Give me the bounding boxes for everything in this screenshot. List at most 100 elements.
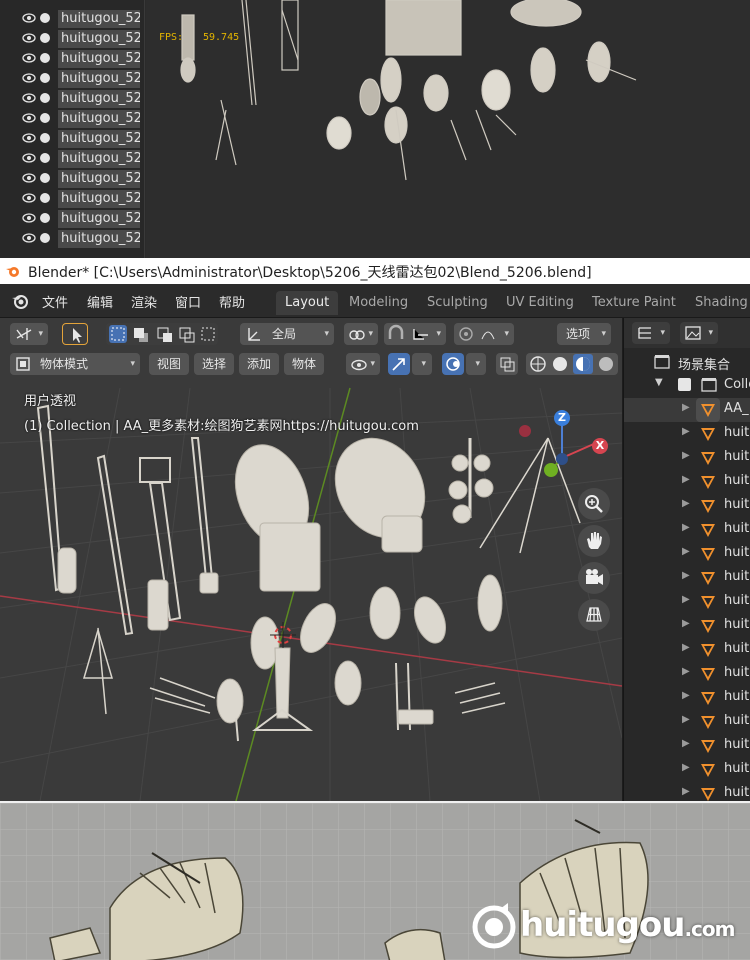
top-outliner-row[interactable]: huitugou_52 [0,88,145,108]
top-outliner-row[interactable]: huitugou_52 [0,108,145,128]
tab-layout[interactable]: Layout [276,291,339,315]
render-visibility-icon[interactable] [40,33,50,43]
outliner-object-row[interactable]: ▶ huitu [624,614,750,638]
checkbox-checked-icon[interactable] [678,378,691,391]
gizmo-dropdown[interactable]: ▾ [412,353,432,375]
outliner-object-row[interactable]: ▶ huitu [624,566,750,590]
render-visibility-icon[interactable] [40,233,50,243]
expand-triangle-icon[interactable]: ▼ [655,377,663,388]
eye-icon[interactable] [22,11,36,25]
outliner-object-row[interactable]: ▶ huitu [624,446,750,470]
outliner-object-row[interactable]: ▶ huitu [624,590,750,614]
menu-add[interactable]: 添加 [239,353,279,375]
top-outliner-row[interactable]: huitugou_52 [0,48,145,68]
tab-shading[interactable]: Shading [686,291,750,315]
expand-triangle-icon[interactable]: ▶ [682,570,690,581]
pan-button[interactable] [578,525,610,557]
eye-icon[interactable] [22,71,36,85]
menu-object[interactable]: 物体 [284,353,324,375]
top-outliner-row[interactable]: huitugou_52 [0,148,145,168]
expand-triangle-icon[interactable]: ▶ [682,426,690,437]
render-visibility-icon[interactable] [40,93,50,103]
expand-triangle-icon[interactable]: ▶ [682,762,690,773]
eye-icon[interactable] [22,111,36,125]
display-mode-dropdown[interactable]: ▾ [632,322,670,344]
top-outliner-row[interactable]: huitugou_52 [0,128,145,148]
transform-orientation-dropdown[interactable]: 全局 ▾ [240,323,334,345]
outliner-object-row[interactable]: ▶ huitu [624,734,750,758]
xray-toggle[interactable] [496,353,518,375]
proportional-editing-group[interactable]: ▾ [454,323,514,345]
3d-viewport[interactable]: ▾ 全局 ▾ ▾ ▾ ▾ 选项 ▾ 物体模式 ▾ 视图 选择 添加 物体 ▾ ▾… [0,318,622,801]
outliner-object-row[interactable]: ▶ huitu [624,782,750,801]
snapping-group[interactable]: ▾ [384,323,446,345]
blender-menu-icon[interactable] [10,291,30,311]
top-outliner-row[interactable]: huitugou_52 [0,28,145,48]
mode-dropdown[interactable]: 物体模式 ▾ [10,353,140,375]
eye-icon[interactable] [22,191,36,205]
tab-sculpting[interactable]: Sculpting [418,291,497,315]
camera-view-button[interactable] [578,562,610,594]
menu-select[interactable]: 选择 [194,353,234,375]
menu-file[interactable]: 文件 [42,292,68,311]
outliner-object-row[interactable]: ▶ huitu [624,470,750,494]
expand-triangle-icon[interactable]: ▶ [682,474,690,485]
expand-triangle-icon[interactable]: ▶ [682,666,690,677]
top-outliner-row[interactable]: huitugou_52 [0,188,145,208]
menu-render[interactable]: 渲染 [131,292,157,311]
outliner-object-row[interactable]: ▶ huitu [624,494,750,518]
eye-icon[interactable] [22,131,36,145]
filter-dropdown[interactable]: ▾ [680,322,718,344]
menu-view[interactable]: 视图 [149,353,189,375]
menu-window[interactable]: 窗口 [175,292,201,311]
eye-icon[interactable] [22,211,36,225]
shading-mode-icons[interactable] [526,353,618,375]
tab-texture-paint[interactable]: Texture Paint [583,291,685,315]
eye-icon[interactable] [22,151,36,165]
outliner-object-row[interactable]: ▶ huitu [624,542,750,566]
expand-triangle-icon[interactable]: ▶ [682,714,690,725]
outliner-object-row[interactable]: ▶ huitu [624,638,750,662]
outliner-object-row[interactable]: ▶ huitu [624,686,750,710]
expand-triangle-icon[interactable]: ▶ [682,618,690,629]
options-dropdown[interactable]: 选项 ▾ [557,323,611,345]
render-visibility-icon[interactable] [40,173,50,183]
expand-triangle-icon[interactable]: ▶ [682,642,690,653]
select-tool-button[interactable] [62,323,88,345]
ortho-toggle-button[interactable] [578,599,610,631]
top-outliner-row[interactable]: huitugou_52 [0,8,145,28]
expand-triangle-icon[interactable]: ▶ [682,498,690,509]
snap-target-button[interactable]: ▾ [344,323,378,345]
top-outliner-row[interactable]: huitugou_52 [0,168,145,188]
render-visibility-icon[interactable] [40,193,50,203]
selection-mode-icons[interactable] [106,323,218,345]
visibility-dropdown[interactable]: ▾ [346,353,380,375]
render-visibility-icon[interactable] [40,73,50,83]
tab-modeling[interactable]: Modeling [340,291,417,315]
expand-triangle-icon[interactable]: ▶ [682,522,690,533]
tab-uv-editing[interactable]: UV Editing [497,291,583,315]
render-visibility-icon[interactable] [40,13,50,23]
expand-triangle-icon[interactable]: ▶ [682,738,690,749]
render-visibility-icon[interactable] [40,133,50,143]
expand-triangle-icon[interactable]: ▶ [682,786,690,797]
outliner-scene-collection[interactable]: 场景集合 [624,351,750,375]
overlays-dropdown[interactable]: ▾ [466,353,486,375]
eye-icon[interactable] [22,171,36,185]
outliner-object-row[interactable]: ▶ huitu [624,662,750,686]
expand-triangle-icon[interactable]: ▶ [682,450,690,461]
outliner-object-row[interactable]: ▶ AA_ [624,398,750,422]
overlays-toggle[interactable] [442,353,464,375]
gizmo-toggle[interactable] [388,353,410,375]
gizmo-x-label[interactable]: X [591,437,609,455]
eye-icon[interactable] [22,51,36,65]
top-outliner-row[interactable]: huitugou_52 [0,228,145,248]
top-outliner-row[interactable]: huitugou_52 [0,208,145,228]
outliner-object-row[interactable]: ▶ huitu [624,710,750,734]
outliner-object-row[interactable]: ▶ huitu [624,422,750,446]
expand-triangle-icon[interactable]: ▶ [682,546,690,557]
expand-triangle-icon[interactable]: ▶ [682,690,690,701]
top-outliner-row[interactable]: huitugou_52 [0,68,145,88]
eye-icon[interactable] [22,91,36,105]
outliner-collection-row[interactable]: ▼ Collection [624,374,750,398]
